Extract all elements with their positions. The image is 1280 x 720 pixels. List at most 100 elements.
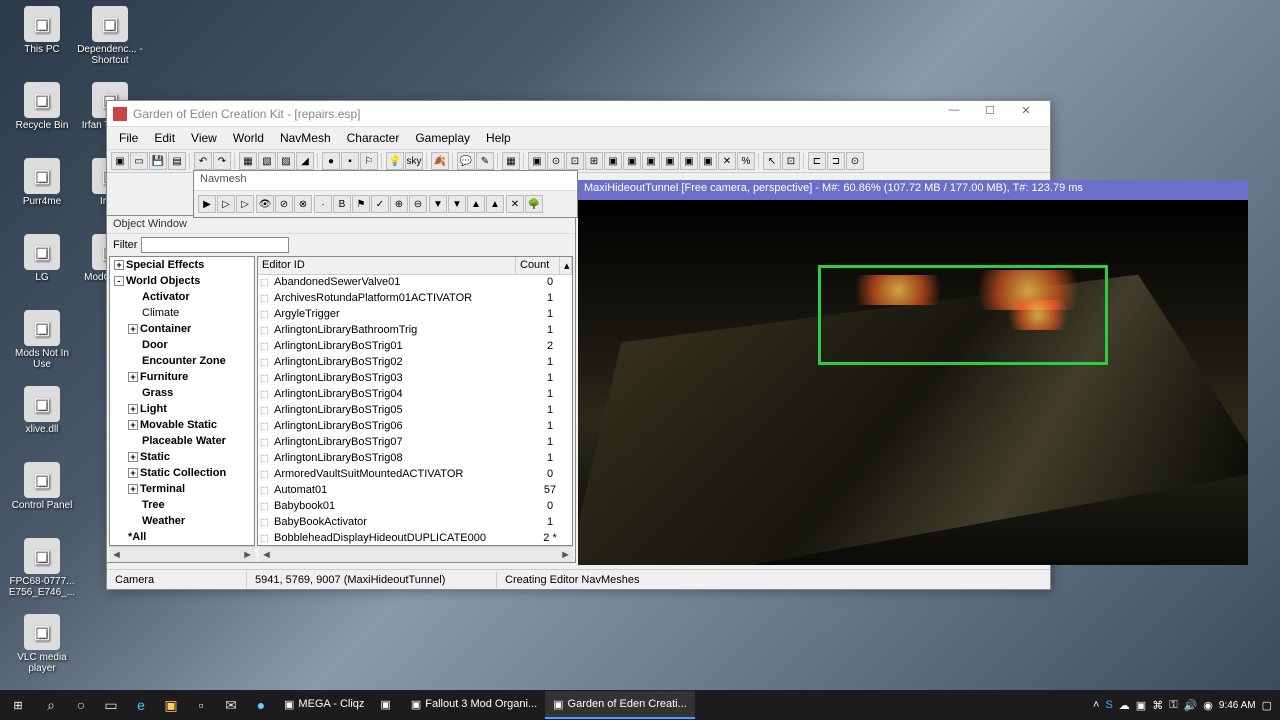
list-row[interactable]: ⬚BabyBookActivator1 xyxy=(258,515,572,531)
toolbar-button-11[interactable]: ◢ xyxy=(296,152,314,170)
col-sort-icon[interactable]: ▴ xyxy=(560,257,572,274)
toolbar-button-28[interactable]: ⊙ xyxy=(547,152,565,170)
navmesh-button-15[interactable]: ▼ xyxy=(429,195,447,213)
hardware-icon[interactable]: ▣ xyxy=(1136,699,1146,712)
tree-toggle-icon[interactable]: + xyxy=(128,372,138,382)
tree-toggle-icon[interactable]: + xyxy=(128,468,138,478)
menu-view[interactable]: View xyxy=(183,129,225,147)
navmesh-button-17[interactable]: ▲ xyxy=(467,195,485,213)
skype-icon[interactable]: S xyxy=(1105,699,1112,711)
list-row[interactable]: ⬚ArchivesRotundaPlatform01ACTIVATOR1 xyxy=(258,291,572,307)
desktop-icon[interactable]: ▣Mods Not In Use xyxy=(8,310,76,370)
titlebar[interactable]: Garden of Eden Creation Kit - [repairs.e… xyxy=(107,101,1050,127)
toolbar-button-41[interactable]: ⊡ xyxy=(782,152,800,170)
list-row[interactable]: ⬚ArlingtonLibraryBoSTrig061 xyxy=(258,419,572,435)
tree-item[interactable]: *All xyxy=(110,529,254,545)
taskbar-app[interactable]: ▣Fallout 3 Mod Organi... xyxy=(403,691,545,719)
navmesh-button-9[interactable]: B xyxy=(333,195,351,213)
tree-item[interactable]: +Container xyxy=(110,321,254,337)
toolbar-button-10[interactable]: ▨ xyxy=(277,152,295,170)
render-scene[interactable] xyxy=(578,200,1248,565)
toolbar-button-36[interactable]: ▣ xyxy=(699,152,717,170)
toolbar-button-32[interactable]: ▣ xyxy=(623,152,641,170)
toolbar-button-20[interactable]: 🍂 xyxy=(431,152,449,170)
toolbar-button-14[interactable]: ▪ xyxy=(341,152,359,170)
toolbar-button-1[interactable]: ▭ xyxy=(130,152,148,170)
toolbar-button-9[interactable]: ▧ xyxy=(258,152,276,170)
tree-toggle-icon[interactable]: + xyxy=(128,484,138,494)
taskbar-app[interactable]: ▣MEGA - Cliqz xyxy=(276,691,372,719)
navmesh-button-13[interactable]: ⊖ xyxy=(409,195,427,213)
tree-item[interactable]: Activator xyxy=(110,289,254,305)
navmesh-button-6[interactable]: ⊗ xyxy=(294,195,312,213)
navmesh-button-11[interactable]: ✓ xyxy=(371,195,389,213)
cliqz-icon[interactable]: ● xyxy=(246,690,276,720)
store-icon[interactable]: ▫ xyxy=(186,690,216,720)
navmesh-window[interactable]: Navmesh ▶▷▷👁⊘⊗·B⚑✓⊕⊖▼▼▲▲✕🌳 xyxy=(193,170,578,218)
list-row[interactable]: ⬚ArgyleTrigger1 xyxy=(258,307,572,323)
start-button[interactable]: ⊞ xyxy=(0,690,36,720)
toolbar-button-25[interactable]: ▦ xyxy=(502,152,520,170)
tree-hscroll[interactable]: ◄► xyxy=(109,546,255,562)
taskview-icon[interactable]: ▭ xyxy=(96,690,126,720)
list-row[interactable]: ⬚ArlingtonLibraryBoSTrig031 xyxy=(258,371,572,387)
toolbar-button-5[interactable]: ↶ xyxy=(194,152,212,170)
cortana-icon[interactable]: ○ xyxy=(66,690,96,720)
list-row[interactable]: ⬚ArlingtonLibraryBoSTrig012 xyxy=(258,339,572,355)
navmesh-button-1[interactable]: ▷ xyxy=(217,195,235,213)
navmesh-button-5[interactable]: ⊘ xyxy=(275,195,293,213)
toolbar-button-2[interactable]: 💾 xyxy=(149,152,167,170)
tree-toggle-icon[interactable]: - xyxy=(114,276,124,286)
list-row[interactable]: ⬚Babybook010 xyxy=(258,499,572,515)
tree-item[interactable]: +Static Collection xyxy=(110,465,254,481)
navmesh-button-21[interactable]: 🌳 xyxy=(525,195,543,213)
toolbar-button-18[interactable]: sky xyxy=(405,152,423,170)
menu-gameplay[interactable]: Gameplay xyxy=(407,129,478,147)
toolbar-button-27[interactable]: ▣ xyxy=(528,152,546,170)
list-row[interactable]: ⬚ArlingtonLibraryBoSTrig041 xyxy=(258,387,572,403)
desktop-icon[interactable]: ▣FPC68-0777... E756_E746_... xyxy=(8,538,76,598)
menu-help[interactable]: Help xyxy=(478,129,519,147)
desktop-icon[interactable]: ▣xlive.dll xyxy=(8,386,76,435)
taskbar-app[interactable]: ▣ xyxy=(372,691,402,719)
toolbar-button-29[interactable]: ⊡ xyxy=(566,152,584,170)
bluetooth-icon[interactable]: ⌘ xyxy=(1152,699,1163,712)
list-row[interactable]: ⬚ArmoredVaultSuitMountedACTIVATOR0 xyxy=(258,467,572,483)
toolbar-button-30[interactable]: ⊞ xyxy=(585,152,603,170)
list-row[interactable]: ⬚AbandonedSewerValve010 xyxy=(258,275,572,291)
minimize-button[interactable]: — xyxy=(936,104,972,124)
explorer-icon[interactable]: ▣ xyxy=(156,690,186,720)
menu-edit[interactable]: Edit xyxy=(146,129,183,147)
col-editor-id[interactable]: Editor ID xyxy=(258,257,516,274)
navmesh-button-8[interactable]: · xyxy=(314,195,332,213)
navmesh-button-16[interactable]: ▼ xyxy=(448,195,466,213)
tree-item[interactable]: +Static xyxy=(110,449,254,465)
toolbar-button-3[interactable]: ▤ xyxy=(168,152,186,170)
taskbar-app[interactable]: ▣Garden of Eden Creati... xyxy=(545,691,695,719)
tray-chevron-icon[interactable]: ˄ xyxy=(1093,699,1099,711)
tree-item[interactable]: +Light xyxy=(110,401,254,417)
desktop-icon[interactable]: ▣Control Panel xyxy=(8,462,76,511)
tree-item[interactable]: +Terminal xyxy=(110,481,254,497)
system-tray[interactable]: ˄ S ☁ ▣ ⌘ ⚿ 🔊 ◉ 9:46 AM ▢ xyxy=(1093,699,1280,712)
menu-navmesh[interactable]: NavMesh xyxy=(272,129,339,147)
volume-icon[interactable]: 🔊 xyxy=(1184,699,1198,712)
tree-item[interactable]: Grass xyxy=(110,385,254,401)
toolbar-button-22[interactable]: 💬 xyxy=(457,152,475,170)
navmesh-button-4[interactable]: 👁 xyxy=(256,195,274,213)
tree-toggle-icon[interactable]: + xyxy=(128,420,138,430)
toolbar-button-38[interactable]: % xyxy=(737,152,755,170)
navmesh-button-2[interactable]: ▷ xyxy=(236,195,254,213)
navmesh-button-12[interactable]: ⊕ xyxy=(390,195,408,213)
navmesh-button-10[interactable]: ⚑ xyxy=(352,195,370,213)
toolbar-button-17[interactable]: 💡 xyxy=(386,152,404,170)
tree-toggle-icon[interactable]: + xyxy=(128,404,138,414)
onedrive-icon[interactable]: ☁ xyxy=(1119,699,1130,712)
col-count[interactable]: Count xyxy=(516,257,560,274)
navmesh-button-20[interactable]: ✕ xyxy=(506,195,524,213)
category-tree[interactable]: +Special Effects-World ObjectsActivatorC… xyxy=(109,256,255,546)
list-row[interactable]: ⬚Automat0157 xyxy=(258,483,572,499)
list-hscroll[interactable]: ◄► xyxy=(259,546,573,562)
toolbar-button-33[interactable]: ▣ xyxy=(642,152,660,170)
list-header[interactable]: Editor ID Count ▴ xyxy=(258,257,572,275)
